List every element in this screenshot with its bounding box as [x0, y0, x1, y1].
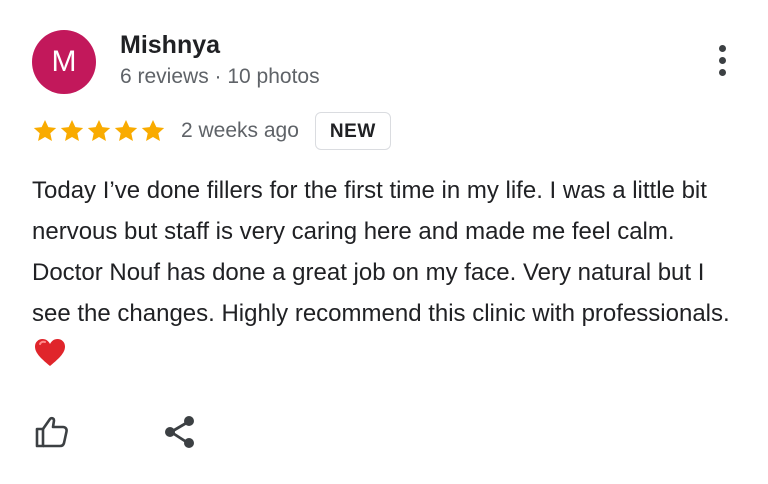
more-options-button[interactable]	[704, 40, 740, 80]
more-vert-icon	[718, 44, 726, 52]
star-icon	[33, 119, 57, 141]
avatar[interactable]: M	[32, 30, 96, 94]
like-button[interactable]	[32, 412, 72, 452]
more-vert-icon-dot	[718, 56, 726, 64]
star-rating	[32, 118, 166, 144]
review-text: Today I’ve done fillers for the first ti…	[32, 170, 737, 375]
share-icon	[165, 416, 194, 448]
author-meta: 6 reviews · 10 photos	[120, 65, 320, 88]
review-date: 2 weeks ago	[181, 119, 299, 142]
share-button[interactable]	[160, 412, 200, 452]
thumb-up-icon	[35, 416, 68, 448]
review-card: M Mishnya 6 reviews · 10 photos 2 weeks …	[0, 0, 768, 484]
author-name[interactable]: Mishnya	[120, 30, 220, 60]
more-vert-icon-dot	[718, 68, 726, 76]
star-icon	[114, 119, 138, 141]
new-badge: NEW	[314, 112, 391, 150]
rating-row: 2 weeks ago NEW	[32, 110, 391, 152]
review-body: Today I’ve done fillers for the first ti…	[32, 177, 730, 327]
heart-emoji-icon	[35, 339, 65, 366]
star-icon	[87, 119, 111, 141]
star-icon	[141, 119, 165, 141]
star-icon	[60, 119, 84, 141]
